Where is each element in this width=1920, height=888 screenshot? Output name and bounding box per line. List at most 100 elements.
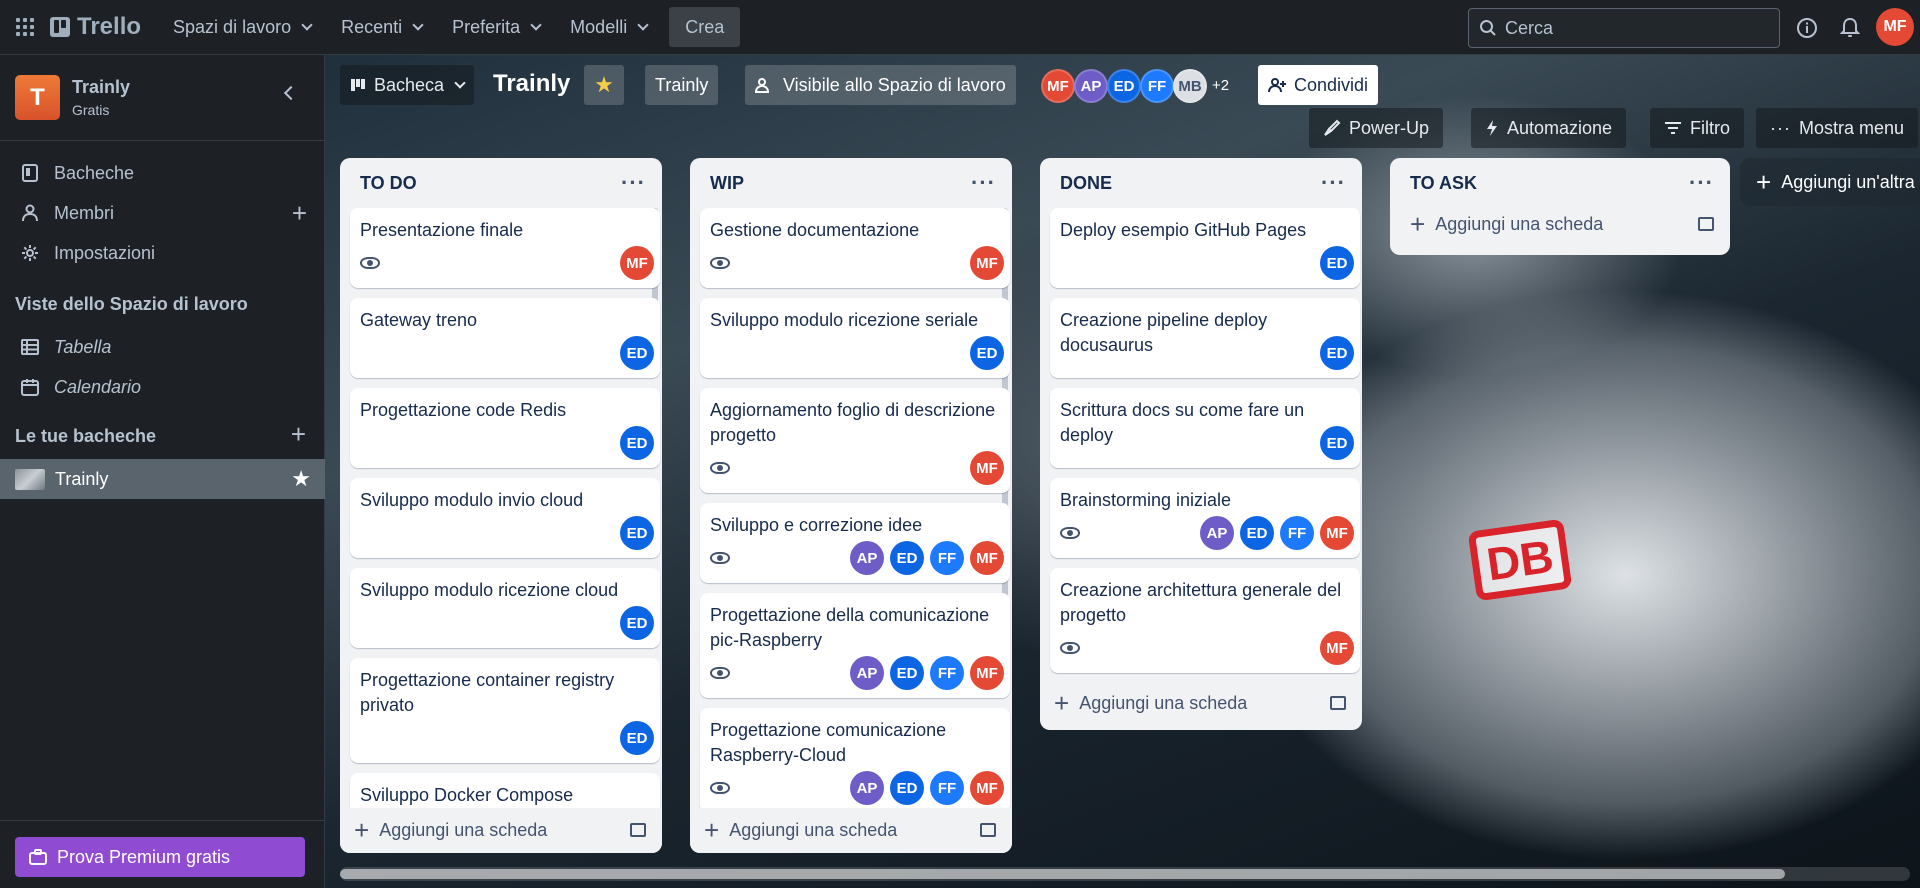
card-member-avatar[interactable]: FF: [1280, 516, 1314, 550]
card[interactable]: Scrittura docs su come fare un deploy ED: [1050, 388, 1360, 468]
share-button[interactable]: Condividi: [1258, 65, 1379, 105]
member-avatar[interactable]: MF: [1041, 69, 1075, 103]
card-member-avatar[interactable]: MF: [970, 656, 1004, 690]
list-header[interactable]: TO DO ···: [340, 158, 662, 208]
list-title[interactable]: DONE: [1060, 173, 1112, 194]
card[interactable]: Gateway treno ED: [350, 298, 660, 378]
card-member-avatar[interactable]: ED: [890, 541, 924, 575]
sidebar-item-calendar[interactable]: Calendario: [0, 367, 325, 407]
automation-button[interactable]: Automazione: [1471, 108, 1627, 148]
card-template-icon[interactable]: [630, 823, 646, 837]
member-avatar[interactable]: ED: [1107, 69, 1141, 103]
bell-icon[interactable]: [1836, 14, 1864, 42]
create-button[interactable]: Crea: [669, 7, 741, 47]
info-icon[interactable]: [1793, 14, 1821, 42]
list-menu-icon[interactable]: ···: [621, 170, 646, 196]
user-avatar[interactable]: MF: [1876, 8, 1914, 46]
card-template-icon[interactable]: [980, 823, 996, 837]
add-card-button[interactable]: + Aggiungi una scheda: [704, 812, 897, 848]
card[interactable]: Aggiornamento foglio di descrizione prog…: [700, 388, 1010, 493]
collapse-sidebar-icon[interactable]: [283, 85, 299, 101]
card[interactable]: Progettazione container registry privato…: [350, 658, 660, 763]
card[interactable]: Progettazione code Redis ED: [350, 388, 660, 468]
card-member-avatar[interactable]: ED: [1240, 516, 1274, 550]
nav-workspaces[interactable]: Spazi di lavoro: [161, 8, 323, 46]
card[interactable]: Sviluppo modulo invio cloud ED: [350, 478, 660, 558]
nav-recent[interactable]: Recenti: [329, 8, 434, 46]
card[interactable]: Sviluppo modulo ricezione cloud ED: [350, 568, 660, 648]
card-member-avatar[interactable]: MF: [970, 246, 1004, 280]
card[interactable]: Presentazione finale MF: [350, 208, 660, 288]
card-member-avatar[interactable]: ED: [1320, 246, 1354, 280]
list-header[interactable]: TO ASK ···: [1390, 158, 1730, 208]
card-member-avatar[interactable]: ED: [620, 721, 654, 755]
card-member-avatar[interactable]: AP: [1200, 516, 1234, 550]
add-board-icon[interactable]: +: [291, 421, 306, 447]
list-header[interactable]: WIP ···: [690, 158, 1012, 208]
card-member-avatar[interactable]: ED: [1320, 336, 1354, 370]
power-ups-button[interactable]: Power-Up: [1309, 108, 1444, 148]
board-horizontal-scrollbar[interactable]: [340, 867, 1910, 881]
filter-button[interactable]: Filtro: [1650, 108, 1744, 148]
card[interactable]: Creazione architettura generale del prog…: [1050, 568, 1360, 673]
visibility-button[interactable]: Visibile allo Spazio di lavoro: [745, 65, 1016, 105]
card-member-avatar[interactable]: ED: [620, 336, 654, 370]
card-member-avatar[interactable]: FF: [930, 541, 964, 575]
list-menu-icon[interactable]: ···: [1689, 170, 1714, 196]
try-premium-button[interactable]: Prova Premium gratis: [15, 837, 305, 877]
member-avatar[interactable]: FF: [1140, 69, 1174, 103]
trello-logo[interactable]: Trello: [50, 13, 141, 41]
card-member-avatar[interactable]: MF: [970, 451, 1004, 485]
card[interactable]: Sviluppo e correzione idee AP ED FF MF: [700, 503, 1010, 583]
card-member-avatar[interactable]: FF: [930, 771, 964, 805]
card-member-avatar[interactable]: ED: [1320, 426, 1354, 460]
card-member-avatar[interactable]: MF: [620, 246, 654, 280]
card-member-avatar[interactable]: MF: [1320, 516, 1354, 550]
nav-starred[interactable]: Preferita: [440, 8, 552, 46]
card-member-avatar[interactable]: ED: [620, 426, 654, 460]
nav-templates[interactable]: Modelli: [558, 8, 659, 46]
member-avatar[interactable]: MB: [1173, 69, 1207, 103]
add-card-button[interactable]: + Aggiungi una scheda: [354, 812, 547, 848]
card-member-avatar[interactable]: ED: [970, 336, 1004, 370]
add-member-icon[interactable]: +: [292, 200, 307, 226]
workspace-chip[interactable]: Trainly: [645, 65, 719, 105]
card-member-avatar[interactable]: ED: [890, 771, 924, 805]
card[interactable]: Deploy esempio GitHub Pages ED: [1050, 208, 1360, 288]
star-icon[interactable]: ★: [291, 466, 311, 492]
sidebar-item-boards[interactable]: Bacheche: [0, 153, 325, 193]
show-menu-button[interactable]: ··· Mostra menu: [1756, 108, 1919, 148]
card-member-avatar[interactable]: MF: [970, 541, 1004, 575]
sidebar-item-members[interactable]: Membri +: [0, 193, 325, 233]
star-board-button[interactable]: ★: [584, 65, 624, 105]
more-members[interactable]: +2: [1212, 77, 1229, 94]
list-title[interactable]: TO DO: [360, 173, 417, 194]
sidebar-item-settings[interactable]: Impostazioni: [0, 233, 325, 273]
card-member-avatar[interactable]: ED: [620, 516, 654, 550]
card[interactable]: Brainstorming iniziale AP ED FF MF: [1050, 478, 1360, 558]
card-member-avatar[interactable]: ED: [890, 656, 924, 690]
list-menu-icon[interactable]: ···: [1321, 170, 1346, 196]
card[interactable]: Sviluppo modulo ricezione seriale ED: [700, 298, 1010, 378]
card[interactable]: Progettazione della comunicazione pic-Ra…: [700, 593, 1010, 698]
sidebar-item-table[interactable]: Tabella: [0, 327, 325, 367]
list-title[interactable]: TO ASK: [1410, 173, 1477, 194]
scrollbar-thumb[interactable]: [340, 869, 1785, 879]
card-member-avatar[interactable]: ED: [620, 606, 654, 640]
card-template-icon[interactable]: [1698, 217, 1714, 231]
app-switcher-icon[interactable]: [0, 0, 50, 55]
add-card-button[interactable]: + Aggiungi una scheda: [1410, 206, 1603, 242]
list-menu-icon[interactable]: ···: [971, 170, 996, 196]
card-member-avatar[interactable]: AP: [850, 541, 884, 575]
card-member-avatar[interactable]: MF: [970, 771, 1004, 805]
card[interactable]: Creazione pipeline deploy docusaurus ED: [1050, 298, 1360, 378]
search-input[interactable]: Cerca: [1468, 8, 1780, 48]
card[interactable]: Progettazione comunicazione Raspberry-Cl…: [700, 708, 1010, 813]
add-card-button[interactable]: + Aggiungi una scheda: [1054, 685, 1247, 721]
add-list-button[interactable]: + Aggiungi un'altra: [1740, 158, 1920, 206]
card-member-avatar[interactable]: FF: [930, 656, 964, 690]
list-title[interactable]: WIP: [710, 173, 744, 194]
card-member-avatar[interactable]: AP: [850, 771, 884, 805]
card[interactable]: Gestione documentazione MF: [700, 208, 1010, 288]
card-member-avatar[interactable]: MF: [1320, 631, 1354, 665]
